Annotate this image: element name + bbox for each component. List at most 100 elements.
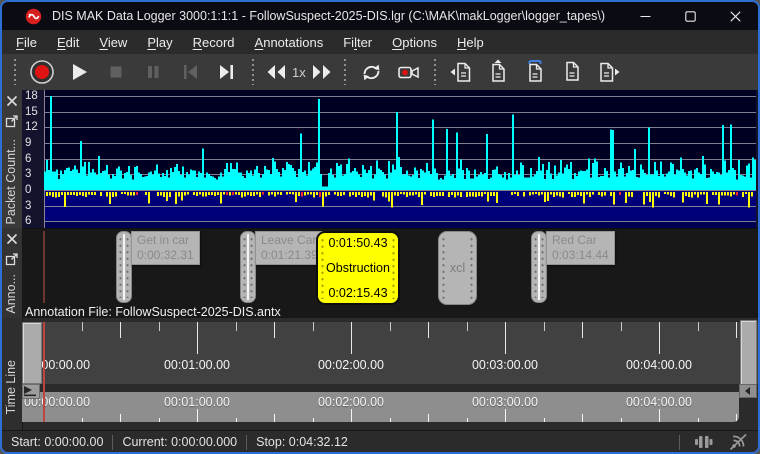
menu-item-help[interactable]: Help	[447, 33, 494, 52]
timeline-playhead[interactable]	[43, 322, 45, 422]
annotation-time: 0:00:32.31	[137, 248, 194, 263]
timeline-overview-ruler[interactable]: 00:00:00.0000:01:00.0000:02:00.0000:03:0…	[22, 322, 758, 384]
timeline-detail-ruler[interactable]: 00:00:00.0000:01:00.0000:02:00.0000:03:0…	[22, 392, 739, 422]
annotation-marker-red-car[interactable]	[531, 231, 547, 303]
menu-item-view[interactable]: View	[89, 33, 137, 52]
annotation-label-get-in-car[interactable]: Get in car0:00:32.31	[131, 231, 200, 265]
annotation-marker-get-in-car[interactable]	[116, 231, 132, 303]
menu-item-options[interactable]: Options	[382, 33, 447, 52]
ruler-tick	[197, 409, 198, 422]
ruler-tick	[313, 322, 314, 331]
annotation-interval-obstruction[interactable]: 0:01:50.43Obstruction0:02:15.43	[316, 231, 400, 305]
range-end-handle[interactable]	[740, 320, 757, 386]
y-axis-tick-label: 9	[25, 137, 31, 149]
ruler-tick	[236, 418, 237, 422]
annotation-panel-titlebar: Anno...	[2, 228, 23, 318]
interval-label: xcl	[450, 261, 465, 275]
interval-start-time: 0:01:50.43	[328, 236, 387, 250]
ruler-label: 00:03:00.00	[472, 358, 538, 372]
statusbar-separator	[246, 435, 247, 450]
ruler-tick	[621, 322, 622, 331]
app-icon	[25, 8, 42, 25]
packet-panel-titlebar: Packet Count...	[2, 90, 23, 228]
ruler-tick	[582, 414, 583, 422]
loop-playback-button[interactable]	[355, 57, 388, 87]
step-back-button[interactable]	[173, 57, 206, 87]
menu-bar: FileEditViewPlayRecordAnnotationsFilterO…	[2, 30, 758, 55]
ruler-label: 00:01:00.00	[164, 358, 230, 372]
record-button[interactable]	[25, 57, 58, 87]
toolbar-separator	[252, 59, 254, 85]
ruler-label: 00:02:00.00	[318, 358, 384, 372]
rewind-button[interactable]	[263, 57, 289, 87]
y-axis-tick-label: 12	[25, 121, 38, 133]
annotation-interval-xcl[interactable]: xcl	[438, 231, 477, 305]
annotation-marker-leave-car[interactable]	[240, 231, 256, 303]
menu-item-file[interactable]: File	[6, 33, 47, 52]
ruler-tick	[120, 322, 121, 338]
maximize-button[interactable]	[668, 2, 713, 30]
annotation-time: 0:01:21.39	[261, 248, 318, 263]
status-bar: Start: 0:00:00.00 Current: 0:00:00.000 S…	[2, 430, 758, 453]
audio-connector-icon[interactable]	[693, 432, 714, 452]
stop-button[interactable]	[99, 57, 132, 87]
packet-panel-title: Packet Count...	[4, 139, 18, 224]
annotation-label-red-car[interactable]: Red Car0:03:14.44	[546, 231, 615, 265]
timeline-panel-titlebar: Time Line	[2, 318, 23, 430]
ruler-tick	[621, 418, 622, 422]
ruler-label: 00:04:00.00	[626, 395, 692, 409]
popout-panel-icon[interactable]	[5, 114, 19, 128]
y-axis-tick-label: 18	[25, 90, 38, 102]
packet-count-chart[interactable]	[44, 90, 756, 228]
close-panel-icon[interactable]	[5, 232, 19, 246]
ruler-tick	[428, 414, 429, 422]
fast-forward-button[interactable]	[309, 57, 335, 87]
ruler-tick	[659, 409, 660, 422]
y-axis-tick-label: 6	[25, 153, 31, 165]
interval-label: Obstruction	[326, 261, 390, 275]
menu-item-annotations[interactable]: Annotations	[245, 33, 334, 52]
menu-item-filter[interactable]: Filter	[333, 33, 382, 52]
ruler-tick	[698, 322, 699, 331]
broadcast-disabled-icon[interactable]	[728, 432, 749, 452]
y-axis-tick-label: 6	[25, 215, 31, 227]
ruler-tick	[159, 418, 160, 422]
play-button[interactable]	[62, 57, 95, 87]
interval-grip	[391, 237, 396, 299]
close-button[interactable]	[713, 2, 758, 30]
minimize-button[interactable]	[623, 2, 668, 30]
annotation-label-leave-car[interactable]: Leave Car0:01:21.39	[255, 231, 324, 265]
eject-tape-button[interactable]	[482, 57, 515, 87]
position-marker-handle[interactable]	[22, 384, 40, 399]
ruler-tick	[390, 322, 391, 331]
annotation-time: 0:03:14.44	[552, 248, 609, 263]
ruler-tick	[274, 322, 275, 338]
menu-item-edit[interactable]: Edit	[47, 33, 89, 52]
menu-item-play[interactable]: Play	[137, 33, 182, 52]
pause-button[interactable]	[136, 57, 169, 87]
scroll-left-button[interactable]	[739, 384, 757, 398]
next-tape-button[interactable]	[593, 57, 626, 87]
new-tape-button[interactable]	[556, 57, 589, 87]
ruler-tick	[120, 414, 121, 422]
step-forward-button[interactable]	[210, 57, 243, 87]
ruler-tick	[351, 409, 352, 422]
current-tape-button[interactable]	[519, 57, 552, 87]
ruler-label: 00:04:00.00	[626, 358, 692, 372]
previous-tape-button[interactable]	[445, 57, 478, 87]
ruler-label: 00:01:00.00	[164, 395, 230, 409]
y-axis-tick-label: 15	[25, 106, 38, 118]
record-video-button[interactable]	[392, 57, 425, 87]
popout-panel-icon[interactable]	[5, 252, 19, 266]
marker-grip	[540, 236, 545, 298]
packet-count-y-axis: 181512963036	[22, 90, 44, 228]
range-start-handle[interactable]	[22, 322, 42, 384]
toolbar-drag-handle[interactable]	[14, 59, 16, 85]
annotation-track[interactable]: Annotation File: FollowSuspect-2025-DIS.…	[22, 228, 758, 319]
ruler-tick	[159, 322, 160, 331]
ruler-tick	[197, 322, 198, 354]
menu-item-record[interactable]: Record	[183, 33, 245, 52]
annotation-panel-title: Anno...	[4, 274, 18, 314]
ruler-tick	[428, 322, 429, 338]
close-panel-icon[interactable]	[5, 94, 19, 108]
